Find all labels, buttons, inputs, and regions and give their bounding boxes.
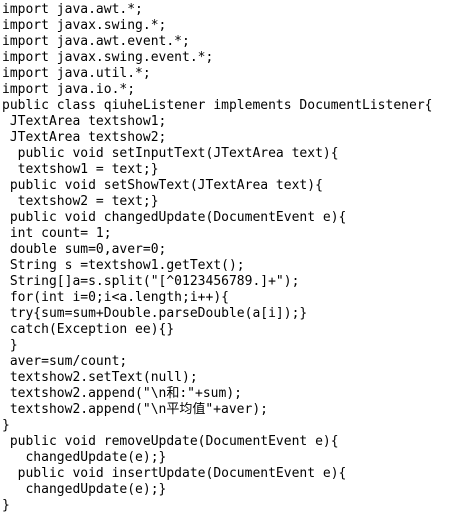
code-line: int count= 1; [2, 226, 112, 241]
code-line: import java.io.*; [2, 82, 136, 97]
code-line: import javax.swing.*; [2, 18, 167, 33]
code-line: aver=sum/count; [2, 354, 128, 369]
code-line: } [2, 338, 18, 353]
code-line: double sum=0,aver=0; [2, 242, 167, 257]
code-line: changedUpdate(e);} [2, 450, 167, 465]
code-line: String s =textshow1.getText(); [2, 258, 245, 273]
code-line: import java.util.*; [2, 66, 151, 81]
code-line: public void setShowText(JTextArea text){ [2, 178, 323, 193]
code-line: import java.awt.event.*; [2, 34, 190, 49]
code-line: public void setInputText(JTextArea text)… [2, 146, 339, 161]
code-line: for(int i=0;i<a.length;i++){ [2, 290, 229, 305]
code-line: public void changedUpdate(DocumentEvent … [2, 210, 347, 225]
code-listing: import java.awt.*; import javax.swing.*;… [2, 2, 451, 514]
code-line: changedUpdate(e);} [2, 482, 167, 497]
code-line: JTextArea textshow1; [2, 114, 167, 129]
code-line: textshow2.setText(null); [2, 370, 198, 385]
code-line: String[]a=s.split("[^0123456789.]+"); [2, 274, 300, 289]
code-line: textshow2.append("\n平均值"+aver); [2, 402, 268, 417]
code-line: public class qiuheListener implements Do… [2, 98, 433, 113]
code-line: try{sum=sum+Double.parseDouble(a[i]);} [2, 306, 308, 321]
code-line: } [2, 418, 10, 433]
code-line: JTextArea textshow2; [2, 130, 167, 145]
code-line: textshow1 = text;} [2, 162, 159, 177]
code-line: catch(Exception ee){} [2, 322, 175, 337]
code-line: public void insertUpdate(DocumentEvent e… [2, 466, 347, 481]
code-line: import java.awt.*; [2, 2, 143, 17]
code-line: import javax.swing.event.*; [2, 50, 214, 65]
code-line: } [2, 498, 10, 513]
code-line: textshow2.append("\n和:"+sum); [2, 386, 242, 401]
code-line: textshow2 = text;} [2, 194, 159, 209]
code-line: public void removeUpdate(DocumentEvent e… [2, 434, 339, 449]
